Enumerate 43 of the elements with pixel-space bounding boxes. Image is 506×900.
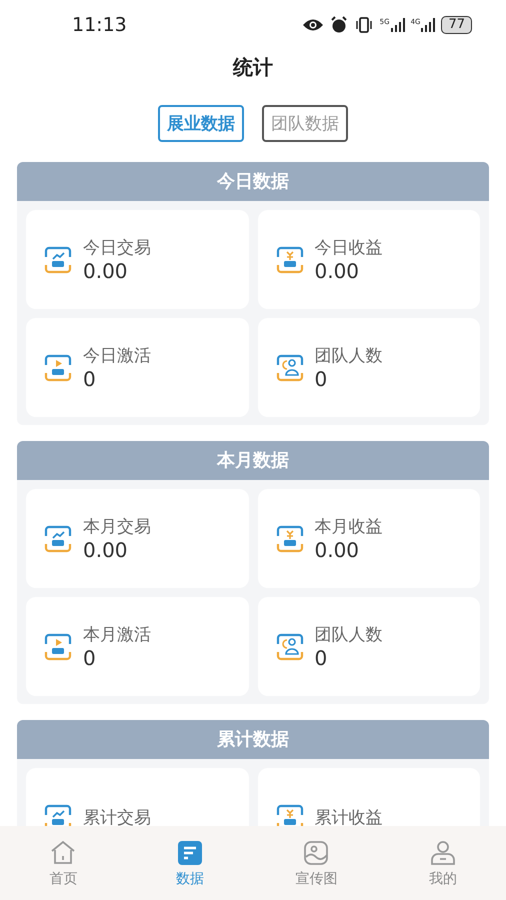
activate-icon xyxy=(43,352,73,382)
nav-item[interactable]: 数据 xyxy=(176,870,204,888)
stat-label: 今日收益 xyxy=(314,237,382,259)
stat-label: 团队人数 xyxy=(314,624,382,646)
section-header: 累计数据 xyxy=(17,720,489,759)
nav-item[interactable]: 宣传图 xyxy=(295,870,338,888)
stat-label: 团队人数 xyxy=(314,345,382,367)
tab[interactable]: 展业数据 xyxy=(158,105,244,142)
eye-icon xyxy=(302,18,324,32)
stat-label: 本月激活 xyxy=(83,624,151,646)
stat-value: 0.00 xyxy=(83,259,129,283)
stat-label: 今日激活 xyxy=(83,345,151,367)
stat-label: 累计收益 xyxy=(314,807,382,829)
trade-icon xyxy=(43,244,73,274)
section-header: 本月数据 xyxy=(17,441,489,480)
stat-label: 累计交易 xyxy=(83,807,151,829)
vibrate-icon xyxy=(354,17,374,33)
nav-item[interactable]: 首页 xyxy=(49,870,78,888)
page-title: 统计 xyxy=(232,54,274,81)
stat-label: 今日交易 xyxy=(83,237,151,259)
stat-value: 0.00 xyxy=(314,538,360,562)
stat-label: 本月收益 xyxy=(314,516,382,538)
activate-icon xyxy=(43,632,73,662)
stat-value: 0.00 xyxy=(314,259,360,283)
income-icon xyxy=(274,524,304,554)
income-icon xyxy=(274,244,304,274)
stat-value: 0 xyxy=(314,646,328,670)
stat-value: 0 xyxy=(83,367,97,391)
trade-icon xyxy=(43,524,73,554)
tab[interactable]: 团队数据 xyxy=(262,105,348,142)
alarm-icon xyxy=(330,16,348,34)
team-icon xyxy=(274,352,304,382)
stat-value: 0 xyxy=(83,646,97,670)
stat-value: 0.00 xyxy=(83,538,129,562)
stat-value: 0 xyxy=(314,367,328,391)
signal-icon xyxy=(421,18,436,32)
nav-item[interactable]: 我的 xyxy=(428,870,457,888)
team-icon xyxy=(274,632,304,662)
battery-level: 77 xyxy=(441,16,472,34)
status-time: 11:13 xyxy=(72,14,127,36)
section-header: 今日数据 xyxy=(17,162,489,201)
signal-icon xyxy=(390,18,405,32)
stat-label: 本月交易 xyxy=(83,516,151,538)
